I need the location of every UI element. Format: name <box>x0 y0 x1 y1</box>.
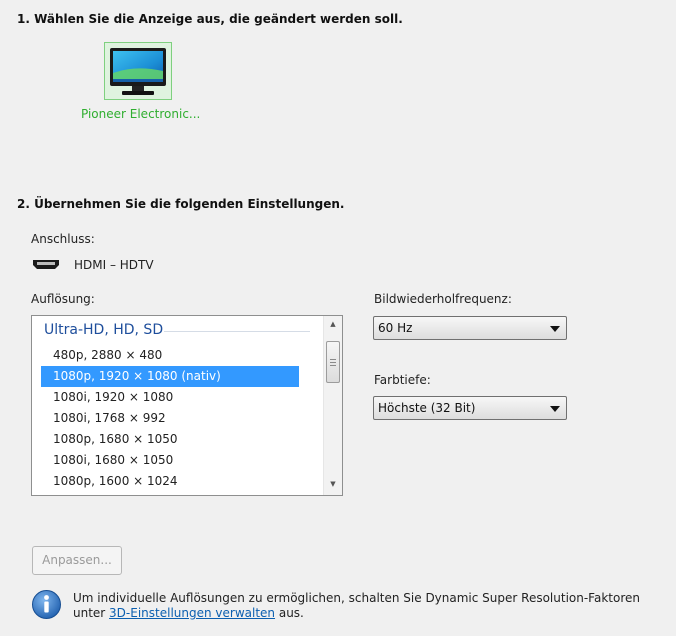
resolution-listbox[interactable]: Ultra-HD, HD, SD 480p, 2880 × 480 1080p,… <box>31 315 343 496</box>
section-1-title: 1. Wählen Sie die Anzeige aus, die geänd… <box>17 12 403 26</box>
display-selector[interactable] <box>104 42 172 100</box>
apply-button[interactable]: Anpassen... <box>32 546 122 575</box>
info-icon <box>32 590 61 619</box>
resolution-item[interactable]: 1080i, 1768 × 992 <box>41 408 299 429</box>
color-depth-dropdown[interactable]: Höchste (32 Bit) <box>373 396 567 420</box>
connection-label: Anschluss: <box>31 232 95 246</box>
grip-line <box>330 362 336 363</box>
connection-value: HDMI – HDTV <box>74 258 154 272</box>
chevron-down-icon <box>550 326 560 332</box>
grip-line <box>330 365 336 366</box>
resolution-item[interactable]: 1080p, 1600 × 1024 <box>41 471 299 492</box>
section-2-title: 2. Übernehmen Sie die folgenden Einstell… <box>17 197 345 211</box>
manage-3d-settings-link[interactable]: 3D-Einstellungen verwalten <box>109 606 275 620</box>
grip-line <box>330 359 336 360</box>
refresh-rate-dropdown[interactable]: 60 Hz <box>373 316 567 340</box>
resolution-item[interactable]: 1080i, 1920 × 1080 <box>41 387 299 408</box>
refresh-rate-label: Bildwiederholfrequenz: <box>374 292 512 306</box>
display-name[interactable]: Pioneer Electronic... <box>81 107 200 121</box>
resolution-scrollbar[interactable]: ▲ ▼ <box>323 316 342 495</box>
monitor-icon <box>110 48 166 95</box>
color-depth-label: Farbtiefe: <box>374 373 431 387</box>
scroll-thumb[interactable] <box>326 341 340 383</box>
hdmi-connector-icon <box>33 260 59 269</box>
resolution-item[interactable]: 1080p, 1680 × 1050 <box>41 429 299 450</box>
info-message: Um individuelle Auflösungen zu ermöglich… <box>73 591 673 621</box>
resolution-item-selected[interactable]: 1080p, 1920 × 1080 (nativ) <box>41 366 299 387</box>
resolution-label: Auflösung: <box>31 292 95 306</box>
color-depth-value: Höchste (32 Bit) <box>378 401 476 415</box>
scroll-down-arrow-icon[interactable]: ▼ <box>324 476 342 493</box>
scroll-up-arrow-icon[interactable]: ▲ <box>324 316 342 333</box>
resolution-item[interactable]: 480p, 2880 × 480 <box>41 345 299 366</box>
resolution-group-header: Ultra-HD, HD, SD <box>44 322 164 338</box>
chevron-down-icon <box>550 406 560 412</box>
group-divider <box>164 331 310 332</box>
info-text-after: aus. <box>275 606 304 620</box>
refresh-rate-value: 60 Hz <box>378 321 413 335</box>
resolution-item[interactable]: 1080i, 1680 × 1050 <box>41 450 299 471</box>
